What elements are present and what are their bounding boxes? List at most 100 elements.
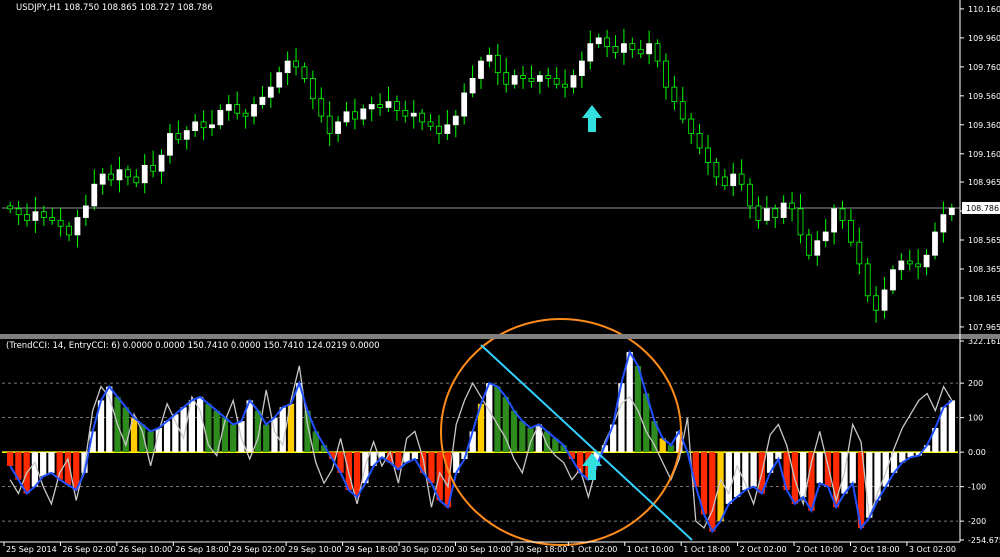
- candle-body: [637, 49, 644, 55]
- indicator-title: (TrendCCI: 14, EntryCCI: 6) 0.0000 0.000…: [6, 341, 380, 351]
- candle-body: [494, 54, 501, 74]
- candle-body: [40, 211, 47, 218]
- candle-body: [461, 92, 468, 117]
- candle-body: [629, 43, 636, 50]
- candle-body: [326, 115, 333, 134]
- candle-body: [915, 263, 922, 268]
- candle-body: [478, 60, 484, 79]
- candle-body: [562, 83, 568, 88]
- candle-body: [763, 208, 770, 221]
- panel-separator: [0, 334, 1000, 339]
- candle-body: [57, 220, 64, 227]
- candle-body: [881, 289, 888, 311]
- candle-body: [125, 169, 131, 178]
- candle-body: [410, 112, 417, 117]
- symbol-title: USDJPY,H1 108.750 108.865 108.727 108.78…: [16, 3, 213, 13]
- candle-body: [108, 173, 114, 181]
- candle-body: [713, 162, 720, 178]
- histogram-bar: [634, 365, 642, 453]
- candle-body: [797, 208, 804, 236]
- candle-body: [150, 164, 157, 172]
- histogram-bar: [494, 386, 501, 453]
- candle-body: [242, 112, 249, 117]
- candle-body: [646, 43, 653, 55]
- candle-body: [923, 254, 930, 268]
- candle-body: [141, 164, 148, 184]
- candle-body: [200, 121, 207, 129]
- candle-body: [789, 202, 795, 210]
- candle-body: [679, 101, 686, 120]
- candle-body: [890, 269, 896, 291]
- price-axis-label: 109.160: [968, 150, 1000, 159]
- candle-body: [822, 231, 829, 242]
- histogram-bar: [196, 396, 204, 453]
- candle-body: [351, 111, 358, 120]
- candle-body: [545, 75, 552, 79]
- histogram-bar: [48, 452, 55, 473]
- price-axis-label: 108.365: [968, 265, 1000, 274]
- indicator-axis-label: -254.675: [968, 536, 1000, 545]
- candle-body: [469, 78, 476, 94]
- candle-body: [225, 104, 232, 111]
- candle-body: [444, 124, 451, 134]
- candle-body: [66, 225, 72, 236]
- candle-body: [536, 75, 543, 82]
- candle-body: [848, 220, 854, 243]
- candle-body: [864, 263, 871, 297]
- histogram-bar: [626, 352, 633, 453]
- histogram-bar: [163, 421, 171, 453]
- candle-body: [721, 176, 728, 187]
- time-axis-label: 2 Oct 02:00: [740, 545, 787, 554]
- time-axis-label: 25 Sep 2014: [6, 545, 57, 554]
- candle-body: [234, 104, 241, 114]
- price-axis-label: 110.160: [968, 5, 1000, 14]
- candle-body: [604, 37, 611, 47]
- time-axis-label: 1 Oct 02:00: [570, 545, 617, 554]
- candle-body: [553, 78, 560, 85]
- histogram-bar: [254, 410, 262, 453]
- time-axis-label: 26 Sep 02:00: [62, 545, 115, 554]
- candle-body: [452, 115, 459, 126]
- candle-body: [309, 78, 316, 100]
- candle-body: [906, 260, 913, 265]
- candle-body: [360, 108, 367, 120]
- candle-body: [528, 78, 535, 82]
- histogram-bar: [543, 431, 551, 453]
- histogram-bar: [725, 452, 732, 504]
- candle-body: [158, 154, 165, 172]
- candle-body: [688, 118, 695, 134]
- time-axis-label: 2 Oct 18:00: [852, 545, 899, 554]
- candle-body: [32, 211, 39, 221]
- histogram-bar: [56, 452, 63, 480]
- time-axis-label: 3 Oct 02:00: [909, 545, 956, 554]
- time-axis-label: 26 Sep 10:00: [119, 545, 172, 554]
- candle-body: [663, 60, 669, 88]
- histogram-bar: [147, 431, 154, 453]
- candle-body: [730, 173, 737, 187]
- candle-body: [419, 112, 426, 123]
- candle-body: [82, 205, 89, 218]
- time-axis-label: 30 Sep 10:00: [457, 545, 510, 554]
- candle-body: [301, 66, 308, 79]
- histogram-bar: [519, 421, 526, 453]
- histogram-bar: [428, 452, 435, 484]
- candle-body: [587, 43, 594, 62]
- candle-body: [705, 147, 711, 163]
- candle-body: [133, 176, 140, 184]
- histogram-bar: [750, 452, 757, 487]
- candle-body: [15, 208, 22, 216]
- candle-body: [621, 43, 627, 53]
- candle-body: [738, 173, 745, 185]
- candle-body: [175, 133, 182, 140]
- candle-body: [99, 173, 106, 185]
- candle-body: [814, 240, 821, 256]
- histogram-bar: [230, 424, 237, 453]
- time-axis-label: 30 Sep 02:00: [401, 545, 454, 554]
- candle-body: [873, 295, 880, 311]
- candle-body: [772, 208, 779, 218]
- candle-body: [831, 208, 837, 233]
- candle-body: [511, 75, 518, 85]
- candle-body: [74, 217, 81, 236]
- candle-body: [192, 121, 199, 132]
- histogram-bar: [816, 452, 823, 484]
